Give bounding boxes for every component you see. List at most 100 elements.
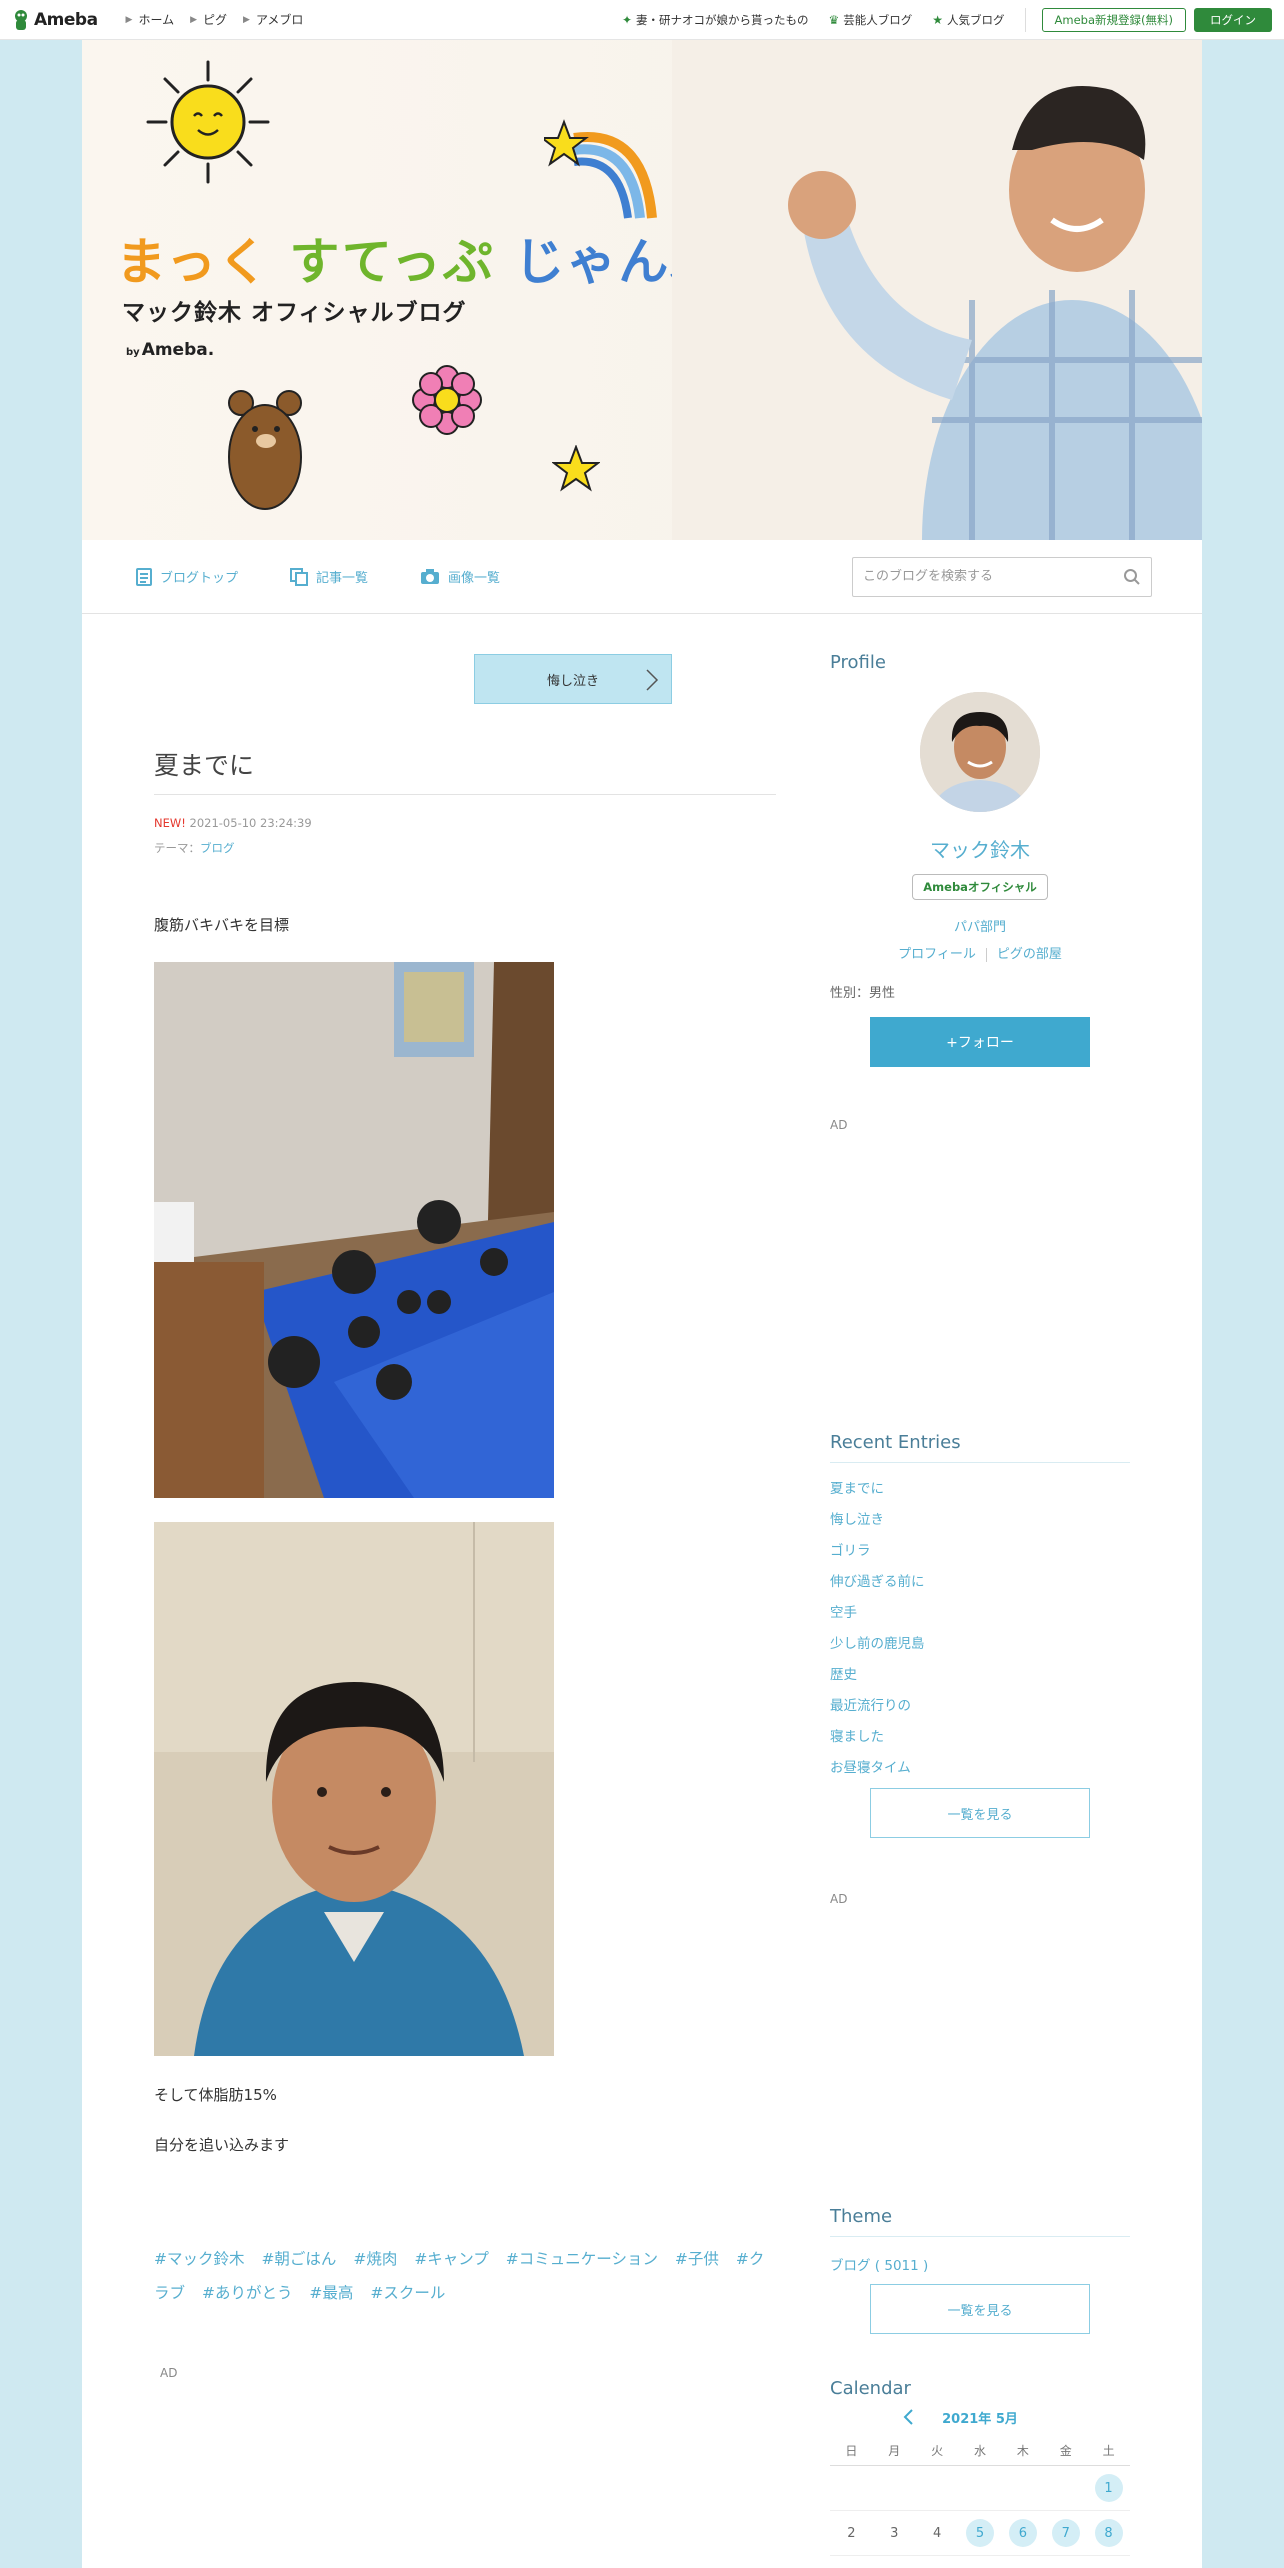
register-button[interactable]: Ameba新規登録(無料) xyxy=(1041,7,1186,32)
chevron-left-icon[interactable] xyxy=(902,2408,914,2426)
ad-label: AD xyxy=(830,1118,848,1132)
weekday-label: 金 xyxy=(1044,2436,1088,2466)
prev-entry-button[interactable]: 悔し泣き xyxy=(474,654,672,704)
calendar-day-link[interactable]: 6 xyxy=(1001,2511,1045,2556)
profile-gender: 性別：男性 xyxy=(830,986,896,1001)
entry-photo-gym[interactable] xyxy=(154,962,554,1498)
entry-title[interactable]: 夏までに xyxy=(154,746,254,782)
entry-meta: NEW! 2021-05-10 23:24:39 xyxy=(154,816,312,830)
nav-home[interactable]: ▶ ホーム xyxy=(126,11,175,28)
crown-icon: ♛ xyxy=(828,12,840,27)
profile-category[interactable]: パパ部門 xyxy=(830,916,1130,935)
profile-name[interactable]: マック鈴木 xyxy=(830,834,1130,863)
blog-search xyxy=(852,556,1152,597)
star-illustration xyxy=(552,445,600,492)
follow-button[interactable]: +フォロー xyxy=(870,1017,1090,1067)
hashtag[interactable]: #ありがとう xyxy=(202,2284,293,2302)
chevron-right-icon: ▶ xyxy=(243,14,250,25)
see-all-entries-button[interactable]: 一覧を見る xyxy=(870,1788,1090,1838)
recent-entries-list: 夏までに 悔し泣き ゴリラ 伸び過ぎる前に 空手 少し前の鹿児島 歴史 最近流行… xyxy=(830,1474,1130,1784)
weekday-label: 土 xyxy=(1087,2436,1130,2466)
recent-entry-link[interactable]: 少し前の鹿児島 xyxy=(830,1629,1130,1660)
entry-text: 自分を追い込みます xyxy=(154,2136,290,2154)
new-badge: NEW! xyxy=(154,816,186,830)
login-button[interactable]: ログイン xyxy=(1194,7,1272,32)
sun-illustration xyxy=(146,60,270,184)
theme-link[interactable]: ブログ xyxy=(200,841,235,855)
official-badge[interactable]: Amebaオフィシャル xyxy=(912,874,1048,900)
divider xyxy=(830,1462,1130,1463)
recent-entry-link[interactable]: ゴリラ xyxy=(830,1536,1130,1567)
entry-text: 腹筋バキバキを目標 xyxy=(154,916,290,934)
recent-entry-link[interactable]: 歴史 xyxy=(830,1660,1130,1691)
ad-label: AD xyxy=(160,2366,178,2380)
calendar-day-link[interactable]: 5 xyxy=(958,2511,1002,2556)
calendar-day-link[interactable]: 7 xyxy=(1044,2511,1088,2556)
calendar-day-link[interactable]: 8 xyxy=(1087,2511,1130,2556)
mac-suzuki-photo xyxy=(672,40,1202,540)
weekday-label: 火 xyxy=(915,2436,959,2466)
calendar-header: 2021年 5月 xyxy=(830,2404,1130,2430)
copy-icon xyxy=(290,567,309,586)
divider xyxy=(1024,7,1026,32)
entry-photo-selfie[interactable] xyxy=(154,1522,554,2056)
search-icon[interactable] xyxy=(1123,568,1141,586)
profile-links: プロフィール ピグの部屋 xyxy=(830,943,1130,962)
trending-link[interactable]: ✦ 妻・研ナオコが娘から貰ったもの xyxy=(622,12,809,28)
popular-blog-link[interactable]: ★ 人気ブログ xyxy=(932,12,1004,28)
global-nav: ▶ ホーム ▶ ピグ ▶ アメブロ xyxy=(110,11,304,28)
blog-header-banner[interactable]: まっく すてっぷ じゃんぷ マック鈴木 オフィシャルブログ by Ameba. xyxy=(82,40,1202,540)
entry-theme: テーマ：ブログ xyxy=(154,841,235,855)
recent-entry-link[interactable]: 伸び過ぎる前に xyxy=(830,1567,1130,1598)
calendar-grid: 日 月 火 水 木 金 土 1 2 3 4 5 6 7 8 xyxy=(830,2436,1130,2556)
hashtag[interactable]: #マック鈴木 xyxy=(154,2250,245,2268)
camera-icon xyxy=(421,568,440,584)
nav-ameblo[interactable]: ▶ アメブロ xyxy=(243,11,303,28)
hashtag[interactable]: #焼肉 xyxy=(353,2250,397,2268)
ameba-mascot-icon xyxy=(15,9,27,30)
weekday-label: 木 xyxy=(1001,2436,1045,2466)
ameba-logo[interactable]: Ameba xyxy=(12,0,98,40)
calendar-day xyxy=(1001,2466,1045,2511)
calendar-day-link[interactable]: 1 xyxy=(1087,2466,1130,2511)
search-input[interactable] xyxy=(863,569,1123,584)
entry-datetime: 2021-05-10 23:24:39 xyxy=(189,816,312,830)
hashtag[interactable]: #キャンプ xyxy=(414,2250,489,2268)
hashtag[interactable]: #スクール xyxy=(370,2284,445,2302)
hashtag[interactable]: #朝ごはん xyxy=(261,2250,336,2268)
recent-entry-link[interactable]: 寝ました xyxy=(830,1722,1130,1753)
calendar-day xyxy=(872,2466,916,2511)
nav-pig[interactable]: ▶ ピグ xyxy=(190,11,227,28)
hashtag[interactable]: #コミュニケーション xyxy=(506,2250,658,2268)
recent-entry-link[interactable]: 空手 xyxy=(830,1598,1130,1629)
content-area: 悔し泣き 夏までに NEW! 2021-05-10 23:24:39 テーマ：ブ… xyxy=(82,614,1202,2568)
divider xyxy=(154,794,776,795)
recent-entry-link[interactable]: 夏までに xyxy=(830,1474,1130,1505)
recent-entry-link[interactable]: お昼寝タイム xyxy=(830,1753,1130,1784)
calendar-day xyxy=(1044,2466,1088,2511)
nav-entry-list[interactable]: 記事一覧 xyxy=(290,567,368,586)
calendar-month: 2021年 5月 xyxy=(942,2411,1018,2427)
sparkle-icon: ✦ xyxy=(621,12,632,27)
hashtag[interactable]: #子供 xyxy=(675,2250,719,2268)
weekday-label: 日 xyxy=(830,2436,873,2466)
avatar[interactable] xyxy=(920,692,1040,812)
divider xyxy=(985,947,987,962)
profile-link[interactable]: プロフィール xyxy=(898,947,976,962)
global-header: Ameba ▶ ホーム ▶ ピグ ▶ アメブロ ✦ 妻・研ナオコが娘から貰ったもの ♛ 芸… xyxy=(0,0,1284,40)
bear-illustration xyxy=(228,390,302,510)
weekday-label: 水 xyxy=(958,2436,1002,2466)
pig-room-link[interactable]: ピグの部屋 xyxy=(997,947,1062,962)
recent-entry-link[interactable]: 最近流行りの xyxy=(830,1691,1130,1722)
chevron-right-icon: ▶ xyxy=(190,14,198,25)
nav-image-list[interactable]: 画像一覧 xyxy=(420,567,500,586)
hashtag[interactable]: #最高 xyxy=(309,2284,353,2302)
calendar: 2021年 5月 日 月 火 水 木 金 土 1 2 3 4 5 6 7 8 xyxy=(830,2404,1130,2556)
recent-entry-link[interactable]: 悔し泣き xyxy=(830,1505,1130,1536)
flower-illustration xyxy=(412,365,482,435)
theme-link[interactable]: ブログ ( 5011 ) xyxy=(830,2254,928,2274)
see-all-themes-button[interactable]: 一覧を見る xyxy=(870,2284,1090,2334)
nav-blog-top[interactable]: ブログトップ xyxy=(136,567,238,586)
blog-nav: ブログトップ 記事一覧 画像一覧 xyxy=(82,540,1202,614)
celebrity-blog-link[interactable]: ♛ 芸能人ブログ xyxy=(829,12,913,28)
